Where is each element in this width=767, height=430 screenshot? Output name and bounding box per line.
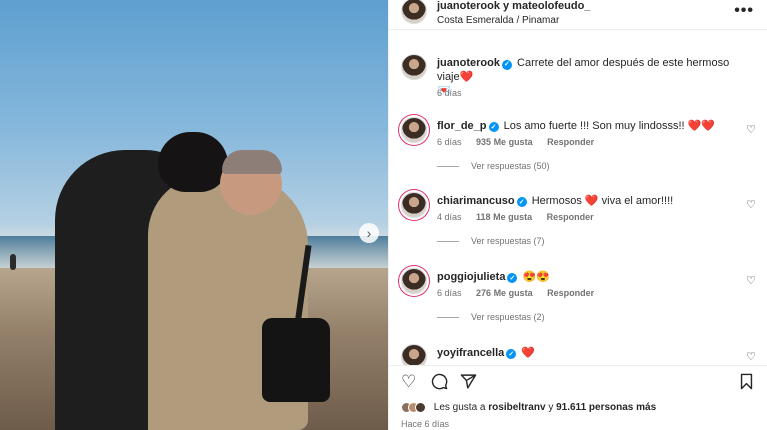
liker-avatar: [415, 402, 426, 413]
comment-emoji: ❤️: [584, 195, 599, 207]
reply-button[interactable]: Responder: [547, 288, 594, 298]
view-replies-button[interactable]: Ver respuestas (50): [437, 161, 550, 171]
comment-meta: 4 días 118 Me gusta Responder: [437, 212, 606, 222]
likes-user[interactable]: rosibeltranv: [488, 402, 545, 413]
verified-badge-icon: ✓: [516, 197, 527, 207]
verified-badge-icon: ✓: [488, 122, 499, 132]
comment-item: yoyifrancella ✓ ❤️ ♡: [389, 344, 767, 365]
view-replies-label: Ver respuestas (2): [471, 312, 545, 322]
commenter-avatar[interactable]: [401, 268, 427, 294]
post-location[interactable]: Costa Esmeralda / Pinamar: [437, 15, 559, 26]
comment-item: flor_de_p ✓ Los amo fuerte !!! Son muy li…: [389, 117, 767, 177]
post-time: Hace 6 días: [401, 419, 450, 429]
comment-item: chiarimancuso ✓ Hermosos ❤️ viva el amor!…: [389, 192, 767, 252]
commenter-avatar[interactable]: [401, 117, 427, 143]
view-replies-button[interactable]: Ver respuestas (2): [437, 312, 545, 322]
comment-text: yoyifrancella ✓ ❤️: [437, 346, 535, 359]
comment-likes[interactable]: 276 Me gusta: [476, 288, 533, 298]
likes-prefix: Les gusta a: [433, 402, 486, 414]
comment-username[interactable]: poggiojulieta: [437, 271, 505, 283]
bookmark-icon[interactable]: [739, 373, 754, 393]
more-icon[interactable]: •••: [734, 2, 754, 20]
commenter-avatar[interactable]: [401, 192, 427, 218]
chevron-right-icon: ›: [366, 225, 372, 241]
post-photo[interactable]: ›: [0, 0, 388, 430]
author-avatar[interactable]: [401, 0, 427, 24]
next-photo-button[interactable]: ›: [359, 223, 379, 243]
comment-like-icon[interactable]: ♡: [746, 198, 756, 211]
comment-like-icon[interactable]: ♡: [746, 350, 756, 363]
view-replies-label: Ver respuestas (7): [471, 236, 545, 246]
verified-badge-icon: ✓: [506, 349, 517, 359]
heart-outline-icon[interactable]: ♡: [401, 373, 416, 390]
post-authors[interactable]: juanoterook y mateolofeudo_: [437, 0, 590, 12]
comment-body: Hermosos: [531, 195, 582, 207]
comment-username[interactable]: flor_de_p: [437, 120, 487, 132]
caption-heart-emoji: ❤️: [459, 71, 474, 83]
comment-body: Los amo fuerte !!! Son muy lindosss!!: [503, 120, 685, 132]
commenter-avatar[interactable]: [401, 344, 427, 365]
caption-avatar[interactable]: [401, 54, 427, 80]
comment-text: poggiojulieta ✓ 😍😍: [437, 270, 550, 283]
photo-head-left: [158, 132, 228, 192]
post-header: juanoterook y mateolofeudo_ Costa Esmera…: [389, 0, 767, 30]
comment-likes[interactable]: 935 Me gusta: [476, 137, 533, 147]
verified-badge-icon: ✓: [501, 60, 512, 70]
view-replies-label: Ver respuestas (50): [471, 161, 550, 171]
comment-meta: 6 días 276 Me gusta Responder: [437, 288, 606, 298]
comment-text: chiarimancuso ✓ Hermosos ❤️ viva el amor!…: [437, 194, 673, 207]
comment-like-icon[interactable]: ♡: [746, 123, 756, 136]
comment-emoji: ❤️❤️: [687, 120, 716, 132]
replies-divider: [437, 241, 459, 243]
comment-username[interactable]: yoyifrancella: [437, 347, 504, 359]
comment-emoji: ❤️: [521, 347, 536, 359]
caption-time: 6 días: [437, 88, 462, 98]
likes-middle: y: [548, 402, 554, 414]
comment-body-end: viva el amor!!!!: [601, 195, 674, 207]
post-actions: ♡: [389, 365, 767, 395]
comment-icon[interactable]: [431, 373, 448, 393]
comment-likes[interactable]: 118 Me gusta: [476, 212, 532, 222]
view-replies-button[interactable]: Ver respuestas (7): [437, 236, 545, 246]
reply-button[interactable]: Responder: [547, 212, 594, 222]
reply-button[interactable]: Responder: [547, 137, 594, 147]
replies-divider: [437, 166, 459, 168]
replies-divider: [437, 317, 459, 319]
share-icon[interactable]: [460, 373, 477, 393]
verified-badge-icon: ✓: [507, 273, 518, 283]
caption-username[interactable]: juanoterook: [437, 57, 500, 69]
photo-walker: [10, 254, 16, 270]
comment-item: poggiojulieta ✓ 😍😍 6 días 276 Me gusta Re…: [389, 268, 767, 328]
comment-username[interactable]: chiarimancuso: [437, 195, 515, 207]
comment-meta: 6 días 935 Me gusta Responder: [437, 137, 606, 147]
comment-emoji: 😍😍: [522, 271, 550, 283]
photo-hair-right: [222, 150, 282, 174]
comment-like-icon[interactable]: ♡: [746, 274, 756, 287]
comment-time: 4 días: [437, 212, 462, 222]
comment-text: flor_de_p ✓ Los amo fuerte !!! Son muy li…: [437, 119, 715, 132]
post-panel: juanoterook y mateolofeudo_ Costa Esmera…: [388, 0, 767, 430]
caption-text: juanoterook ✓ Carrete del amor después de…: [437, 56, 753, 98]
comment-time: 6 días: [437, 137, 462, 147]
likes-count[interactable]: 91.611 personas más: [556, 402, 656, 413]
photo-bag: [262, 318, 330, 402]
comment-time: 6 días: [437, 288, 462, 298]
likes-summary[interactable]: Les gusta a rosibeltranv y 91.611 person…: [401, 402, 656, 413]
